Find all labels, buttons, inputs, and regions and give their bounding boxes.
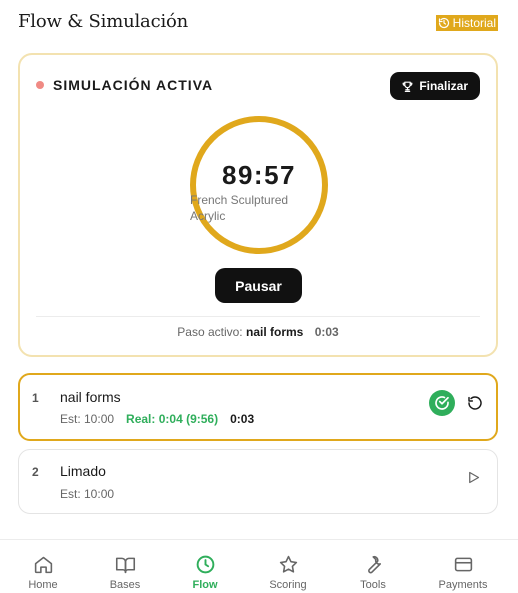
simulation-card: SIMULACIÓN ACTIVA Finalizar 89:57 French…: [18, 53, 498, 357]
history-icon: [438, 17, 449, 29]
step-elapsed: 0:03: [230, 412, 255, 426]
clock-icon: [194, 553, 216, 575]
page-title: Flow & Simulación: [18, 11, 189, 32]
divider: [36, 316, 480, 317]
simulation-title: SIMULACIÓN ACTIVA: [53, 77, 214, 93]
active-step-name: nail forms: [245, 325, 304, 339]
step-name: Limado: [60, 463, 106, 479]
nav-item-scoring[interactable]: Scoring: [247, 540, 329, 593]
active-step-info: Paso activo: nail forms 0:03: [20, 325, 496, 339]
nav-label: Bases: [109, 579, 141, 591]
reset-icon[interactable]: [465, 393, 485, 413]
nav-label: Tools: [360, 579, 386, 591]
step-meta: Est: 10:00 Real: 0:04 (9:56) 0:03: [60, 412, 254, 426]
credit-card-icon: [452, 553, 474, 575]
star-icon: [277, 553, 299, 575]
historial-button[interactable]: Historial: [435, 15, 498, 31]
active-step-time: 0:03: [314, 325, 339, 339]
nav-label: Flow: [192, 579, 218, 591]
page-header: Flow & Simulación Historial: [0, 0, 518, 46]
nav-item-payments[interactable]: Payments: [422, 540, 504, 593]
technique-label: French Sculptured Acrylic: [190, 193, 289, 223]
finalizar-button[interactable]: Finalizar: [390, 72, 480, 100]
nav-label: Payments: [438, 579, 488, 591]
active-step-prefix: Paso activo:: [177, 325, 243, 339]
nav-item-flow[interactable]: Flow: [164, 540, 246, 593]
step-number: 2: [32, 465, 39, 479]
step-card-active[interactable]: 1 nail forms Est: 10:00 Real: 0:04 (9:56…: [18, 373, 498, 441]
step-estimate: Est: 10:00: [60, 487, 115, 501]
live-indicator-dot: [36, 81, 44, 89]
finalizar-label: Finalizar: [419, 79, 468, 93]
simulation-header: SIMULACIÓN ACTIVA: [36, 77, 213, 93]
nav-item-bases[interactable]: Bases: [84, 540, 166, 593]
historial-label: Historial: [452, 16, 496, 30]
book-icon: [114, 553, 136, 575]
home-icon: [32, 553, 54, 575]
trophy-icon: [402, 81, 413, 92]
bottom-nav: Home Bases Flow Scoring Tools Payments: [0, 539, 518, 593]
step-meta: Est: 10:00: [60, 487, 114, 501]
pause-button[interactable]: Pausar: [215, 268, 302, 303]
timer-ring: 89:57 French Sculptured Acrylic: [190, 116, 328, 254]
nav-label: Home: [28, 579, 58, 591]
nav-label: Scoring: [269, 579, 307, 591]
step-card-pending[interactable]: 2 Limado Est: 10:00: [18, 449, 498, 514]
step-real-time: Real: 0:04 (9:56): [126, 412, 219, 426]
check-circle-icon[interactable]: [429, 390, 455, 416]
step-estimate: Est: 10:00: [60, 412, 115, 426]
nav-item-tools[interactable]: Tools: [332, 540, 414, 593]
nav-item-home[interactable]: Home: [2, 540, 84, 593]
timer-value: 89:57: [222, 160, 296, 190]
step-number: 1: [32, 391, 39, 405]
play-icon[interactable]: [463, 467, 483, 487]
wrench-icon: [362, 553, 384, 575]
step-name: nail forms: [60, 389, 121, 405]
